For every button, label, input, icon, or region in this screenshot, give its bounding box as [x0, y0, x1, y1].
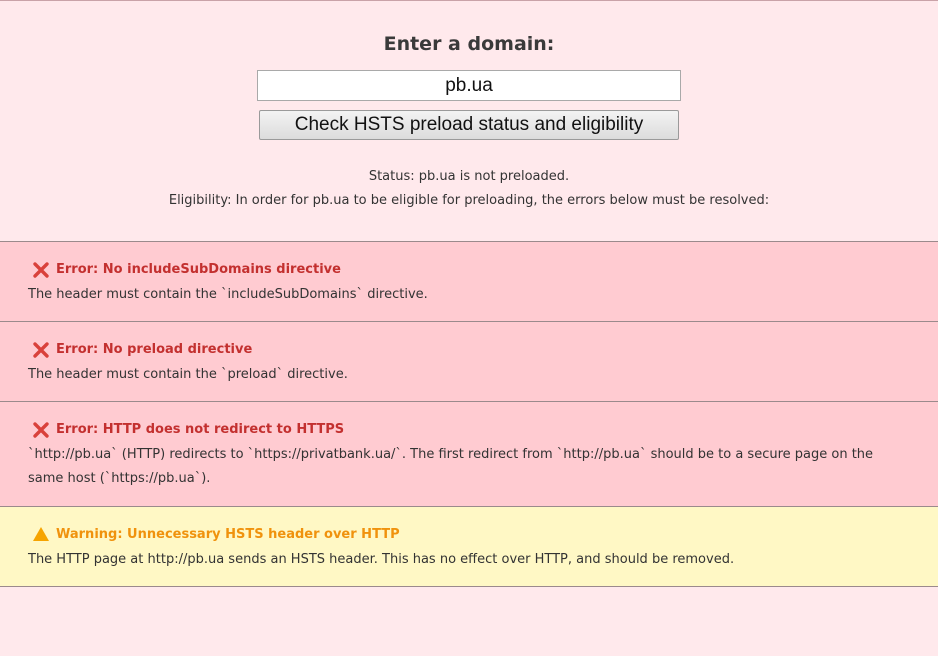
issue-description: The header must contain the `preload` di… — [28, 367, 348, 382]
issue-description: The HTTP page at http://pb.ua sends an H… — [28, 552, 735, 567]
issue-error-http-redirect: Error: HTTP does not redirect to HTTPS `… — [0, 401, 938, 506]
form-heading: Enter a domain: — [383, 33, 555, 55]
domain-form: Enter a domain: Check HSTS preload statu… — [0, 1, 938, 210]
check-status-button[interactable]: Check HSTS preload status and eligibilit… — [259, 110, 679, 140]
issue-title: Error: HTTP does not redirect to HTTPS — [56, 422, 345, 437]
page: Enter a domain: Check HSTS preload statu… — [0, 0, 938, 656]
cross-icon — [32, 261, 54, 279]
cross-icon — [32, 341, 54, 359]
issue-error-include-subdomains: Error: No includeSubDomains directive Th… — [0, 241, 938, 321]
cross-icon — [32, 421, 54, 439]
issue-title: Warning: Unnecessary HSTS header over HT… — [56, 527, 400, 542]
domain-input[interactable] — [257, 70, 681, 101]
issue-title: Error: No includeSubDomains directive — [56, 262, 341, 277]
issue-description: The header must contain the `includeSubD… — [28, 287, 428, 302]
issue-description: `http://pb.ua` (HTTP) redirects to `http… — [28, 447, 874, 486]
issue-title: Error: No preload directive — [56, 342, 253, 357]
status-text: Status: pb.ua is not preloaded. — [368, 169, 570, 184]
issue-error-preload: Error: No preload directive The header m… — [0, 321, 938, 401]
warning-triangle-icon — [32, 526, 54, 544]
issues-list: Error: No includeSubDomains directive Th… — [0, 241, 938, 587]
issue-warning-hsts-over-http: Warning: Unnecessary HSTS header over HT… — [0, 506, 938, 587]
eligibility-text: Eligibility: In order for pb.ua to be el… — [168, 193, 770, 208]
